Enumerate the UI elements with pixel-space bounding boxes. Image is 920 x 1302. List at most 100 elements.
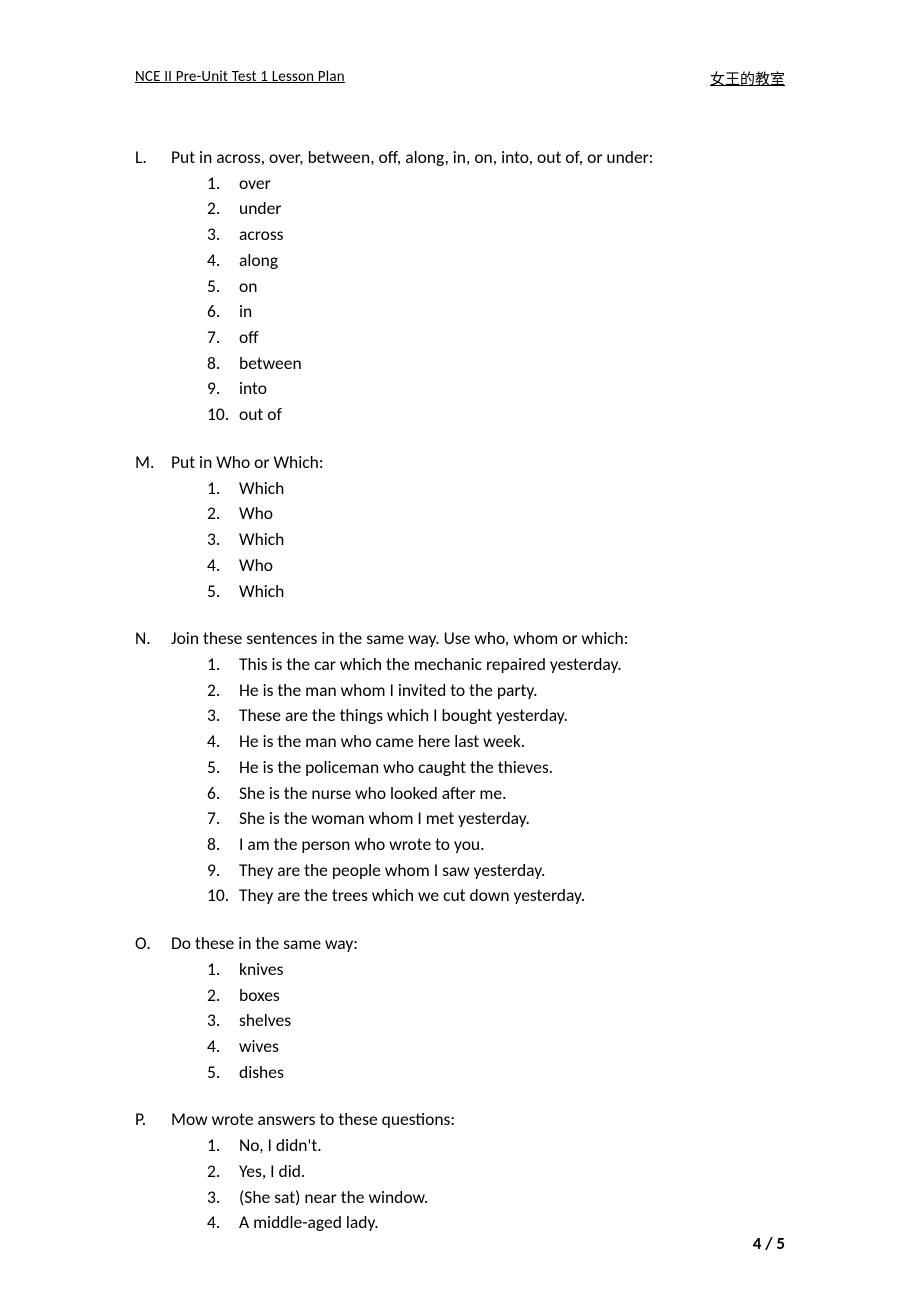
section-body: Mow wrote answers to these questions: 1.… xyxy=(171,1107,785,1236)
list-item: 9.They are the people whom I saw yesterd… xyxy=(207,858,785,884)
item-text: Who xyxy=(239,501,785,527)
item-text: These are the things which I bought yest… xyxy=(239,703,785,729)
item-num: 3. xyxy=(207,703,239,729)
list-item: 8.I am the person who wrote to you. xyxy=(207,832,785,858)
page-header: NCE II Pre-Unit Test 1 Lesson Plan 女王的教室 xyxy=(135,68,785,91)
header-right: 女王的教室 xyxy=(710,68,785,89)
list-item: 4.A middle-aged lady. xyxy=(207,1210,785,1236)
item-num: 1. xyxy=(207,1133,239,1159)
section-prompt: Do these in the same way: xyxy=(171,931,785,957)
list-item: 3.shelves xyxy=(207,1008,785,1034)
item-num: 1. xyxy=(207,957,239,983)
section-prompt: Put in across, over, between, off, along… xyxy=(171,145,785,171)
item-num: 5. xyxy=(207,755,239,781)
item-num: 7. xyxy=(207,806,239,832)
item-list: 1.No, I didn't. 2.Yes, I did. 3.(She sat… xyxy=(171,1133,785,1236)
item-text: A middle-aged lady. xyxy=(239,1210,785,1236)
item-num: 6. xyxy=(207,781,239,807)
list-item: 10.They are the trees which we cut down … xyxy=(207,883,785,909)
item-list: 1.knives 2.boxes 3.shelves 4.wives 5.dis… xyxy=(171,957,785,1086)
section-body: Do these in the same way: 1.knives 2.box… xyxy=(171,931,785,1085)
item-text: No, I didn't. xyxy=(239,1133,785,1159)
list-item: 3.These are the things which I bought ye… xyxy=(207,703,785,729)
list-item: 5.on xyxy=(207,274,785,300)
item-text: into xyxy=(239,376,785,402)
item-num: 10. xyxy=(207,883,239,909)
item-num: 9. xyxy=(207,858,239,884)
item-num: 1. xyxy=(207,476,239,502)
list-item: 7.off xyxy=(207,325,785,351)
item-text: wives xyxy=(239,1034,785,1060)
content-body: L. Put in across, over, between, off, al… xyxy=(135,91,785,1236)
page-number: 4 / 5 xyxy=(753,1233,785,1254)
item-text: He is the policeman who caught the thiev… xyxy=(239,755,785,781)
section-P: P. Mow wrote answers to these questions:… xyxy=(135,1107,785,1236)
item-text: I am the person who wrote to you. xyxy=(239,832,785,858)
item-num: 5. xyxy=(207,579,239,605)
list-item: 5.Which xyxy=(207,579,785,605)
list-item: 7.She is the woman whom I met yesterday. xyxy=(207,806,785,832)
list-item: 1.No, I didn't. xyxy=(207,1133,785,1159)
item-text: along xyxy=(239,248,785,274)
list-item: 1.over xyxy=(207,171,785,197)
item-text: Which xyxy=(239,527,785,553)
item-text: This is the car which the mechanic repai… xyxy=(239,652,785,678)
item-num: 1. xyxy=(207,652,239,678)
list-item: 4.along xyxy=(207,248,785,274)
item-text: in xyxy=(239,299,785,325)
item-num: 4. xyxy=(207,1210,239,1236)
item-text: boxes xyxy=(239,983,785,1009)
section-body: Put in across, over, between, off, along… xyxy=(171,145,785,428)
item-num: 8. xyxy=(207,351,239,377)
item-num: 2. xyxy=(207,501,239,527)
item-text: off xyxy=(239,325,785,351)
item-text: across xyxy=(239,222,785,248)
item-num: 2. xyxy=(207,1159,239,1185)
item-num: 1. xyxy=(207,171,239,197)
item-num: 3. xyxy=(207,1008,239,1034)
item-num: 3. xyxy=(207,222,239,248)
item-num: 5. xyxy=(207,274,239,300)
section-body: Join these sentences in the same way. Us… xyxy=(171,626,785,909)
item-num: 4. xyxy=(207,729,239,755)
section-letter: N. xyxy=(135,626,171,909)
item-text: (She sat) near the window. xyxy=(239,1185,785,1211)
item-num: 4. xyxy=(207,553,239,579)
list-item: 10.out of xyxy=(207,402,785,428)
section-letter: M. xyxy=(135,450,171,604)
section-prompt: Put in Who or Which: xyxy=(171,450,785,476)
item-text: He is the man who came here last week. xyxy=(239,729,785,755)
section-M: M. Put in Who or Which: 1.Which 2.Who 3.… xyxy=(135,450,785,604)
item-text: Who xyxy=(239,553,785,579)
item-text: They are the people whom I saw yesterday… xyxy=(239,858,785,884)
item-num: 8. xyxy=(207,832,239,858)
section-N: N. Join these sentences in the same way.… xyxy=(135,626,785,909)
list-item: 9.into xyxy=(207,376,785,402)
list-item: 1.knives xyxy=(207,957,785,983)
list-item: 3.across xyxy=(207,222,785,248)
list-item: 2.Who xyxy=(207,501,785,527)
section-body: Put in Who or Which: 1.Which 2.Who 3.Whi… xyxy=(171,450,785,604)
list-item: 1.This is the car which the mechanic rep… xyxy=(207,652,785,678)
section-O: O. Do these in the same way: 1.knives 2.… xyxy=(135,931,785,1085)
item-text: dishes xyxy=(239,1060,785,1086)
list-item: 2.He is the man whom I invited to the pa… xyxy=(207,678,785,704)
list-item: 4.wives xyxy=(207,1034,785,1060)
item-text: under xyxy=(239,196,785,222)
list-item: 2.boxes xyxy=(207,983,785,1009)
item-num: 2. xyxy=(207,983,239,1009)
list-item: 2.Yes, I did. xyxy=(207,1159,785,1185)
item-num: 2. xyxy=(207,196,239,222)
item-list: 1.over 2.under 3.across 4.along 5.on 6.i… xyxy=(171,171,785,428)
list-item: 8.between xyxy=(207,351,785,377)
item-num: 5. xyxy=(207,1060,239,1086)
item-num: 6. xyxy=(207,299,239,325)
item-text: He is the man whom I invited to the part… xyxy=(239,678,785,704)
list-item: 4.He is the man who came here last week. xyxy=(207,729,785,755)
section-prompt: Mow wrote answers to these questions: xyxy=(171,1107,785,1133)
page: NCE II Pre-Unit Test 1 Lesson Plan 女王的教室… xyxy=(0,0,920,1302)
list-item: 3.Which xyxy=(207,527,785,553)
list-item: 1.Which xyxy=(207,476,785,502)
list-item: 2.under xyxy=(207,196,785,222)
item-num: 3. xyxy=(207,1185,239,1211)
